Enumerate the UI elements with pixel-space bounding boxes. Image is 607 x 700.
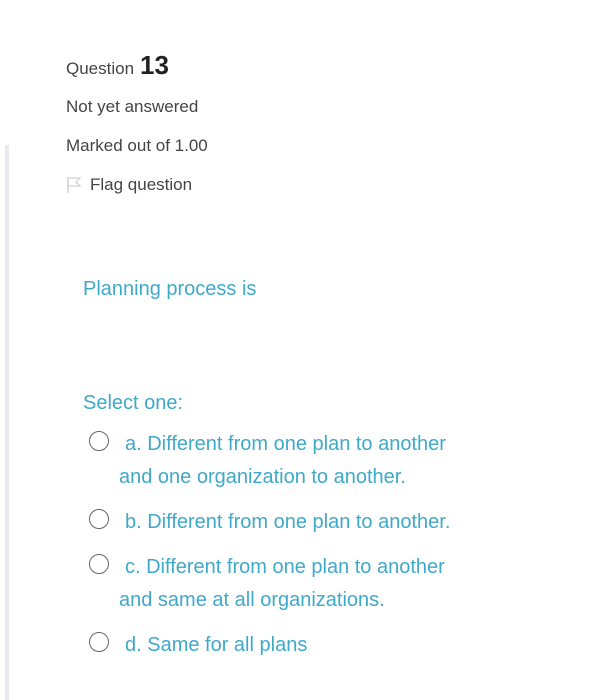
answer-option-a-label-cont: and one organization to another. — [83, 461, 553, 494]
question-left-border — [5, 145, 9, 700]
question-number: 13 — [140, 50, 169, 80]
question-content: Planning process is Select one: a. Diffe… — [83, 278, 553, 656]
question-grade: Marked out of 1.00 — [66, 136, 208, 155]
flag-question-label: Flag question — [90, 175, 193, 194]
question-state: Not yet answered — [66, 97, 199, 116]
answer-option-a-line1: a. Different from one plan to another — [125, 433, 446, 455]
answer-option-c-label: c. Different from one plan to another — [83, 551, 553, 584]
flag-icon — [67, 177, 82, 193]
radio-button-b[interactable] — [89, 509, 109, 529]
radio-button-a[interactable] — [89, 431, 109, 451]
answer-option-d-label: d. Same for all plans — [83, 629, 553, 662]
answer-option-d[interactable]: d. Same for all plans — [83, 629, 553, 662]
answer-option-c-label-cont: and same at all organizations. — [83, 584, 553, 617]
answer-option-d-line1: d. Same for all plans — [125, 634, 308, 656]
question-text: Planning process is — [83, 278, 257, 300]
answer-option-c[interactable]: c. Different from one plan to another an… — [83, 551, 553, 617]
answer-options: a. Different from one plan to another an… — [83, 428, 553, 662]
question-number-line: Question 13 — [66, 50, 169, 90]
radio-button-d[interactable] — [89, 632, 109, 652]
answer-option-b-label: b. Different from one plan to another. — [83, 506, 553, 539]
answer-prompt: Select one: — [83, 392, 184, 414]
answer-option-b[interactable]: b. Different from one plan to another. — [83, 506, 553, 539]
answer-option-b-line1: b. Different from one plan to another. — [125, 511, 451, 533]
flag-question-button[interactable]: Flag question — [66, 175, 192, 195]
answer-option-a-line2: and one organization to another. — [119, 466, 406, 488]
answer-option-a[interactable]: a. Different from one plan to another an… — [83, 428, 553, 494]
answer-option-a-label: a. Different from one plan to another — [83, 428, 553, 461]
answer-option-c-line2: and same at all organizations. — [119, 589, 385, 611]
radio-button-c[interactable] — [89, 554, 109, 574]
question-info: Question 13 Not yet answered Marked out … — [66, 50, 208, 194]
answer-option-c-line1: c. Different from one plan to another — [125, 556, 445, 578]
question-label: Question — [66, 59, 135, 78]
